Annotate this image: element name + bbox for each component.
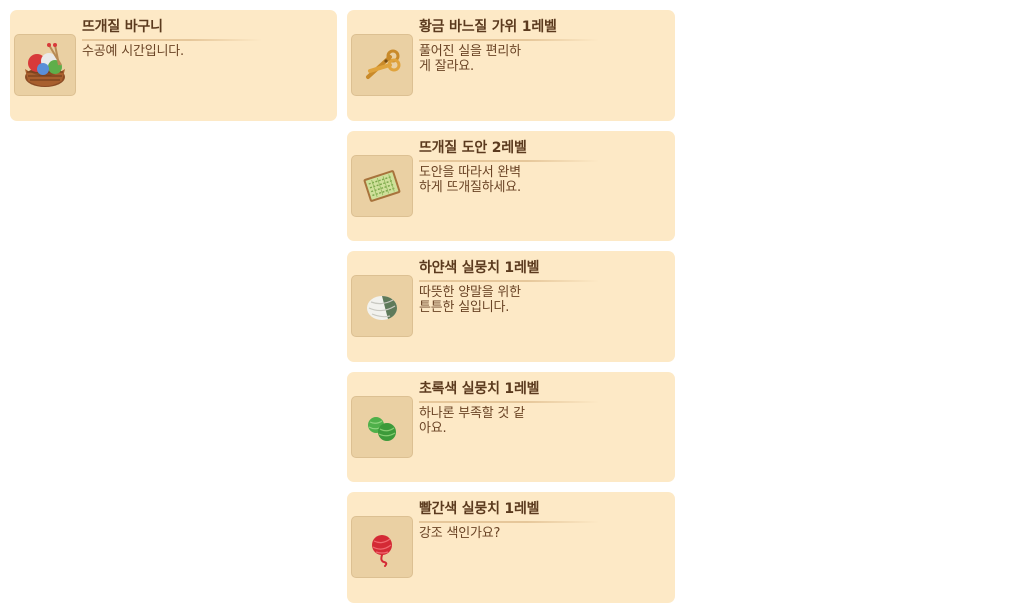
item-description: 수공예 시간입니다. (82, 44, 282, 59)
item-description-line: 튼튼한 실입니다. (419, 300, 510, 315)
item-description: 풀어진 실을 편리하 게 잘라요. (419, 44, 549, 74)
item-description-line: 풀어진 실을 편리하 (419, 44, 521, 59)
item-title: 뜨개질 도안 2레벨 (419, 140, 527, 156)
white-yarn-ball-icon (351, 275, 413, 337)
item-card-yarn-basket[interactable]: 뜨개질 바구니 수공예 시간입니다. (10, 10, 337, 121)
item-description-line: 하나론 부족할 것 같 (419, 406, 525, 421)
title-divider (82, 39, 262, 41)
item-card-knitting-pattern[interactable]: 뜨개질 도안 2레벨 도안을 따라서 완벽 하게 뜨개질하세요. (347, 131, 675, 241)
knitting-pattern-icon (351, 155, 413, 217)
title-divider (419, 39, 599, 41)
item-description-line: 따뜻한 양말을 위한 (419, 285, 521, 300)
item-description-line: 하게 뜨개질하세요. (419, 180, 521, 195)
item-description-line: 수공예 시간입니다. (82, 44, 184, 59)
item-description-line: 강조 색인가요? (419, 526, 501, 541)
item-description-line: 게 잘라요. (419, 59, 474, 74)
green-yarn-balls-icon (351, 396, 413, 458)
item-card-golden-scissors[interactable]: 황금 바느질 가위 1레벨 풀어진 실을 편리하 게 잘라요. (347, 10, 675, 121)
golden-scissors-icon (351, 34, 413, 96)
title-divider (419, 401, 599, 403)
item-title: 뜨개질 바구니 (82, 19, 163, 35)
title-divider (419, 160, 599, 162)
item-title: 빨간색 실뭉치 1레벨 (419, 501, 540, 517)
title-divider (419, 521, 599, 523)
item-description-line: 도안을 따라서 완벽 (419, 165, 521, 180)
item-description: 하나론 부족할 것 같 아요. (419, 406, 549, 436)
item-card-green-yarn-balls[interactable]: 초록색 실뭉치 1레벨 하나론 부족할 것 같 아요. (347, 372, 675, 482)
item-card-red-yarn-ball[interactable]: 빨간색 실뭉치 1레벨 강조 색인가요? (347, 492, 675, 603)
item-title: 하얀색 실뭉치 1레벨 (419, 260, 540, 276)
item-description: 도안을 따라서 완벽 하게 뜨개질하세요. (419, 165, 549, 195)
yarn-basket-icon (14, 34, 76, 96)
item-title: 초록색 실뭉치 1레벨 (419, 381, 540, 397)
item-description-line: 아요. (419, 421, 447, 436)
item-description: 강조 색인가요? (419, 526, 549, 541)
item-description: 따뜻한 양말을 위한 튼튼한 실입니다. (419, 285, 549, 315)
red-yarn-ball-icon (351, 516, 413, 578)
item-card-white-yarn-ball[interactable]: 하얀색 실뭉치 1레벨 따뜻한 양말을 위한 튼튼한 실입니다. (347, 251, 675, 362)
title-divider (419, 280, 599, 282)
item-title: 황금 바느질 가위 1레벨 (419, 19, 557, 35)
